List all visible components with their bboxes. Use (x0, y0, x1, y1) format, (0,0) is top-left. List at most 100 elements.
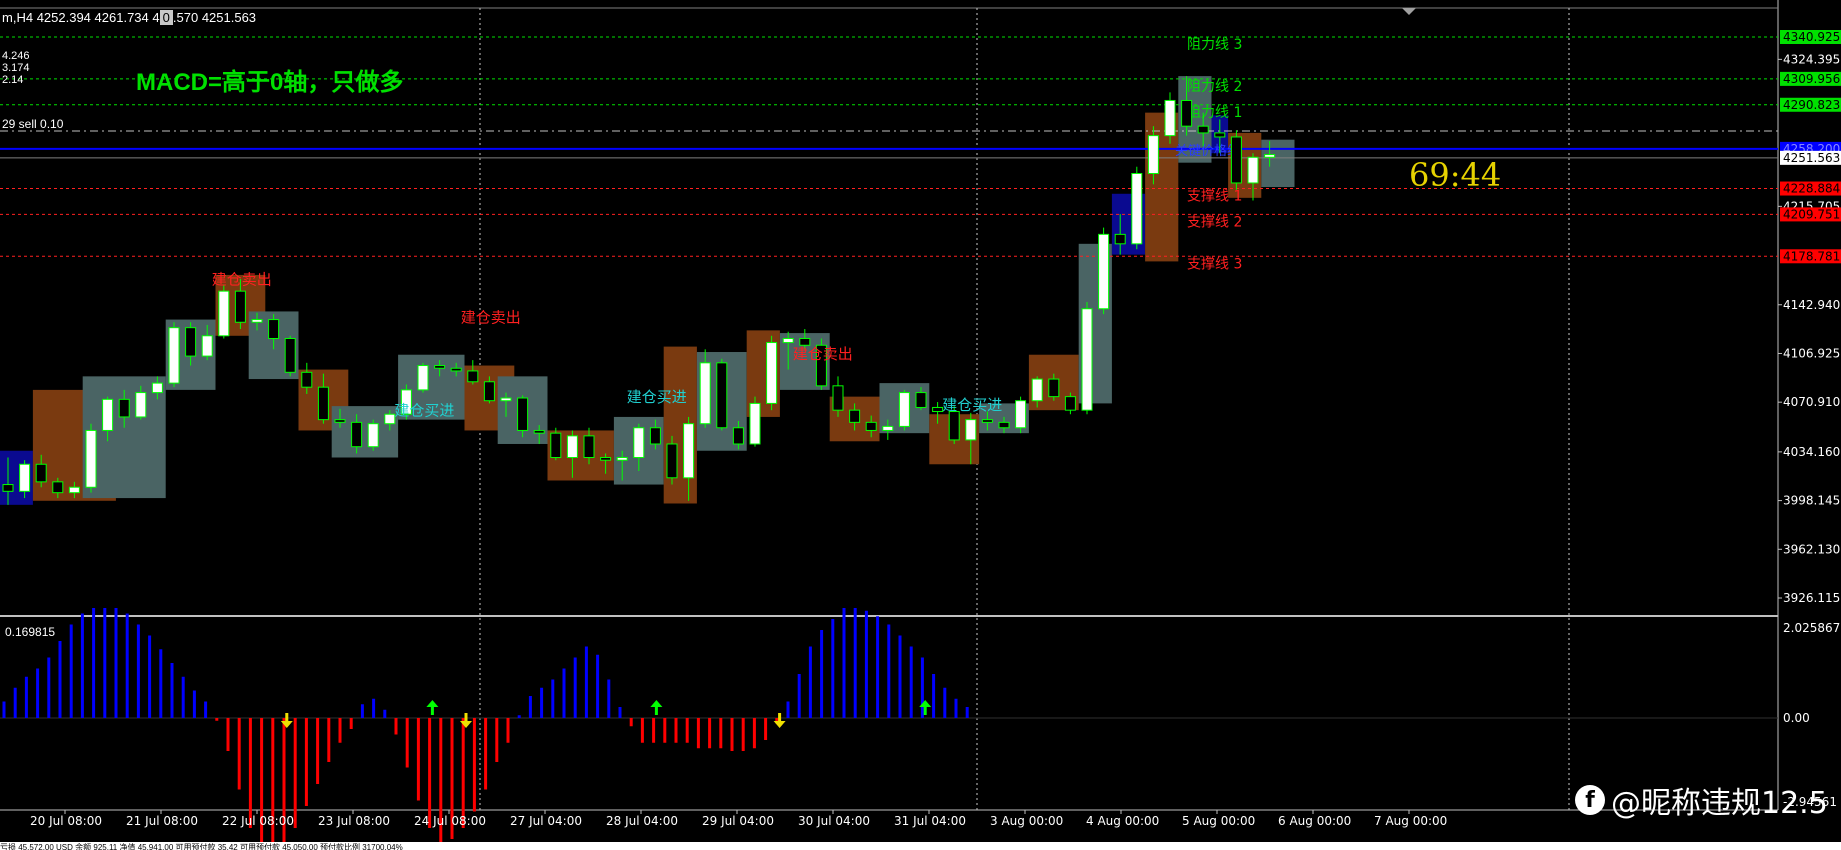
candle (948, 411, 960, 441)
price-tick-label: 4142.940 (1783, 298, 1840, 312)
candle (185, 327, 197, 357)
candle (1015, 400, 1027, 429)
macd-axis-zero: 0.00 (1783, 711, 1810, 725)
candle (218, 290, 230, 337)
candle (450, 367, 462, 372)
candle (35, 463, 47, 483)
candle (517, 397, 529, 431)
candle (2, 484, 14, 492)
time-tick-label: 28 Jul 04:00 (606, 814, 678, 828)
candle (434, 365, 446, 369)
symbol-header: m,H4 4252.394 4261.734 4 0.570 4251.563 (2, 10, 257, 25)
time-tick-label: 7 Aug 00:00 (1374, 814, 1447, 828)
time-tick-label: 4 Aug 00:00 (1086, 814, 1159, 828)
candle (832, 385, 844, 411)
signal-label: 建仓买进 (394, 402, 454, 420)
candle (1164, 99, 1176, 137)
time-tick-label: 31 Jul 04:00 (894, 814, 966, 828)
trend-box (1261, 139, 1295, 188)
left-value-1: 4.246 (2, 50, 30, 62)
candle (201, 335, 213, 357)
time-tick-label: 29 Jul 04:00 (702, 814, 774, 828)
level-label: 阻力线 2 (1187, 79, 1242, 95)
candle (1247, 156, 1259, 184)
candle (699, 362, 711, 425)
signal-label: 建仓卖出 (461, 308, 521, 326)
candle (301, 371, 313, 388)
time-tick-label: 27 Jul 04:00 (510, 814, 582, 828)
candle (52, 481, 64, 494)
level-label: 支撑线 3 (1187, 256, 1242, 272)
price-tag-label: 4209.751 (1783, 207, 1840, 221)
order-label[interactable]: 29 sell 0.10 (2, 117, 63, 131)
level-label: 阻力线 3 (1187, 37, 1242, 53)
arrow-shaft (464, 713, 468, 722)
candle (716, 362, 728, 429)
price-chart[interactable]: 阻力线 3阻力线 2阻力线 1支撑线 1支撑线 2支撑线 3关键价格线建仓卖出建… (0, 0, 1841, 850)
candle (168, 327, 180, 384)
candle (882, 425, 894, 431)
watermark: f @昵称违规12.5 (1575, 778, 1828, 822)
pivot-label: 关键价格线 (1175, 143, 1240, 159)
candle (1264, 154, 1276, 158)
candle (849, 409, 861, 423)
sub-indicator-value: 0.169815 (5, 625, 56, 639)
candle (234, 290, 246, 323)
candle (135, 392, 147, 418)
candle (583, 435, 595, 459)
candle (151, 382, 163, 394)
candle (915, 392, 927, 408)
arrow-shaft (923, 706, 927, 715)
time-tick-label: 5 Aug 00:00 (1182, 814, 1255, 828)
price-tag-label: 4251.563 (1783, 151, 1840, 165)
candle (616, 457, 628, 461)
level-label: 支撑线 2 (1187, 214, 1242, 230)
candle (649, 427, 661, 445)
candle (1098, 233, 1110, 310)
candle (417, 365, 429, 391)
signal-label: 建仓卖出 (212, 270, 272, 288)
candle (865, 421, 877, 431)
price-tick-label: 3962.130 (1783, 542, 1840, 556)
candle (1131, 172, 1143, 245)
price-tick-label: 4070.910 (1783, 395, 1840, 409)
candle (766, 342, 778, 404)
candle (732, 427, 744, 445)
price-tag-label: 4290.823 (1783, 98, 1840, 112)
time-tick-label: 30 Jul 04:00 (798, 814, 870, 828)
candle (118, 398, 130, 418)
candle (600, 457, 612, 461)
candle (965, 419, 977, 441)
signal-label: 建仓买进 (627, 388, 687, 406)
candle (981, 419, 993, 423)
candle (1147, 135, 1159, 174)
watermark-text: @昵称违规12.5 (1611, 786, 1828, 821)
price-tag-label: 4178.781 (1783, 249, 1840, 263)
price-tick-label: 3998.145 (1783, 494, 1840, 508)
candle (1114, 233, 1126, 245)
arrow-shaft (430, 706, 434, 715)
candle (683, 423, 695, 479)
candle (1197, 125, 1209, 134)
candle (102, 398, 114, 431)
candle (367, 423, 379, 448)
status-bar: 亏损 45.572.00 USD 余额 925.11 净值 45.941.00 … (0, 842, 1841, 850)
arrow-shaft (654, 706, 658, 715)
time-tick-label: 3 Aug 00:00 (990, 814, 1063, 828)
one-click-box[interactable]: 0 (159, 10, 173, 25)
candle (1064, 396, 1076, 411)
price-tick-label: 4324.395 (1783, 52, 1840, 66)
candle (666, 443, 678, 479)
candle (1048, 378, 1060, 398)
candle (749, 402, 761, 445)
price-tag-label: 4309.956 (1783, 72, 1840, 86)
candle (782, 337, 794, 344)
signal-label: 建仓买进 (942, 396, 1002, 414)
signal-label: 建仓卖出 (793, 345, 853, 363)
time-tick-label: 6 Aug 00:00 (1278, 814, 1351, 828)
time-tick-label: 21 Jul 08:00 (126, 814, 198, 828)
candle (384, 413, 396, 425)
macd-title: MACD=高于0轴，只做多 (136, 69, 404, 96)
candle (483, 381, 495, 402)
time-tick-label: 23 Jul 08:00 (318, 814, 390, 828)
